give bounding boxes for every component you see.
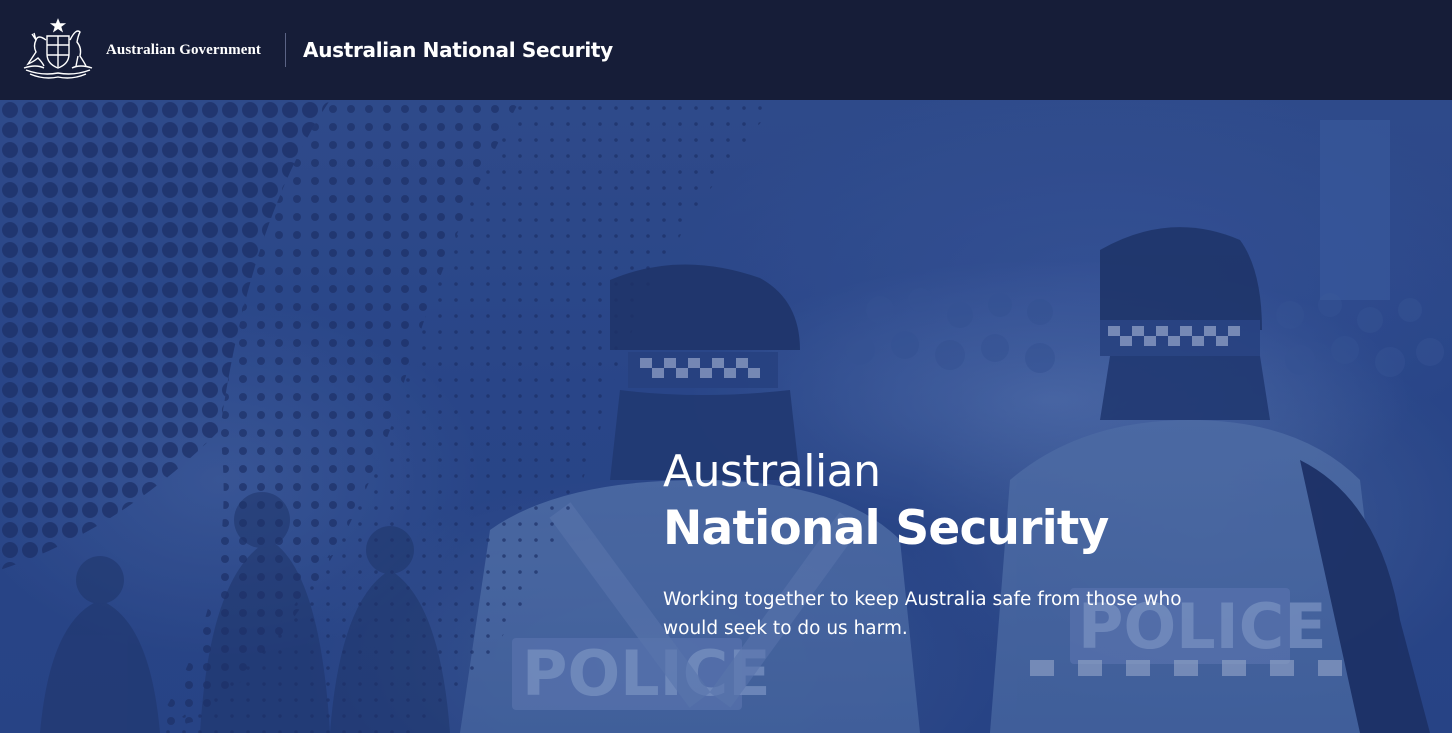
hero-title-line1: Australian — [663, 446, 881, 497]
hero-banner: POLICE POLICE Australian National Securi… — [0, 100, 1452, 733]
government-label: Australian Government — [106, 41, 262, 58]
hero-subtitle: Working together to keep Australia safe … — [663, 589, 1182, 639]
coat-of-arms-icon — [23, 18, 93, 79]
site-title-link[interactable]: Australian National Security — [303, 38, 613, 62]
header-divider — [285, 33, 287, 67]
site-header: Australian Government Australian Nationa… — [0, 0, 1452, 100]
hero-content: Australian National Security Working tog… — [663, 445, 1223, 643]
hero-title-line2: National Security — [663, 501, 1109, 556]
government-logo-link[interactable]: Australian Government — [14, 0, 261, 100]
